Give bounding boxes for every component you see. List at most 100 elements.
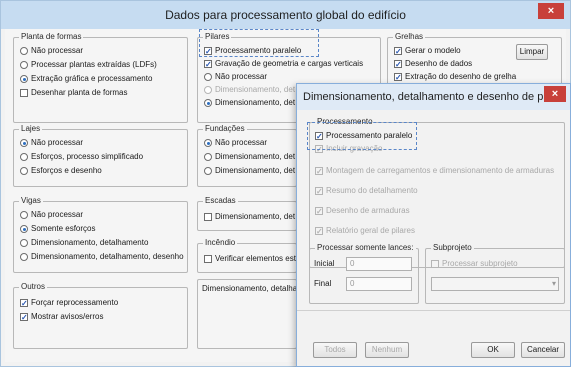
incendio-title: Incêndio	[203, 238, 238, 247]
checkbox-checked-icon: ✓	[315, 167, 323, 176]
radio-icon	[204, 86, 212, 94]
planta-option-ldfs[interactable]: Processar plantas extraídas (LDFs)	[20, 60, 157, 70]
ok-button[interactable]: OK	[471, 342, 515, 358]
radio-icon	[20, 211, 28, 219]
escadas-title: Escadas	[203, 196, 238, 205]
lajes-option-nao[interactable]: Não processar	[20, 138, 83, 148]
grelhas-title: Grelhas	[393, 32, 426, 41]
subprojeto-select[interactable]: ▾	[431, 277, 559, 291]
vigas-option-dim[interactable]: Dimensionamento, detalhamento	[20, 238, 148, 248]
lances-title: Processar somente lances:	[315, 243, 416, 252]
planta-group: Planta de formas Não processar Processar…	[13, 32, 188, 123]
subprojeto-group: Subprojeto Processar subprojeto ▾	[425, 243, 565, 304]
radio-selected-icon	[20, 139, 28, 147]
outros-group: Outros ✓ Forçar reprocessamento ✓ Mostrar …	[13, 282, 188, 349]
fundacoes-group: Fundações Não processar Dimensionamento,…	[197, 124, 297, 187]
chevron-down-icon: ▾	[551, 279, 556, 288]
checkbox-checked-icon: ✓	[20, 299, 28, 308]
checkbox-checked-icon: ✓	[20, 313, 28, 322]
main-title-bar[interactable]: Dados para processamento global do edifí…	[1, 1, 570, 29]
sub-focus-highlight	[307, 122, 417, 150]
radio-icon	[204, 73, 212, 81]
checkbox-checked-icon: ✓	[394, 73, 402, 82]
dimensionamento-label: Dimensionamento, detalham	[202, 284, 304, 293]
subprojeto-checkbox[interactable]: Processar subprojeto	[431, 259, 518, 269]
vigas-option-esforcos[interactable]: Somente esforços	[20, 224, 95, 234]
planta-desenhar-checkbox[interactable]: Desenhar planta de formas	[20, 88, 128, 98]
lajes-option-desenho[interactable]: Esforços e desenho	[20, 166, 102, 176]
escadas-dim-checkbox[interactable]: Dimensionamento, det	[204, 212, 295, 222]
sub-title: Dimensionamento, detalhamento e desenho …	[303, 91, 555, 103]
nenhum-button[interactable]: Nenhum	[365, 342, 409, 358]
sub-close-button[interactable]: ×	[544, 86, 566, 102]
checkbox-icon	[20, 89, 28, 97]
radio-selected-icon	[204, 139, 212, 147]
radio-icon	[20, 253, 28, 261]
radio-icon	[204, 167, 212, 175]
final-input[interactable]: 0	[346, 277, 412, 291]
radio-selected-icon	[20, 75, 28, 83]
checkbox-checked-icon: ✓	[204, 60, 212, 69]
lajes-title: Lajes	[19, 124, 43, 133]
main-close-button[interactable]: ×	[538, 3, 564, 19]
vigas-group: Vigas Não processar Somente esforços Dim…	[13, 196, 188, 273]
cancelar-button[interactable]: Cancelar	[521, 342, 565, 358]
radio-icon	[20, 61, 28, 69]
sub-dialog: Dimensionamento, detalhamento e desenho …	[296, 83, 571, 367]
radio-icon	[20, 167, 28, 175]
sub-desenho-checkbox[interactable]: ✓ Desenho de armaduras	[315, 206, 410, 216]
radio-icon	[20, 47, 28, 55]
sub-resumo-checkbox[interactable]: ✓ Resumo do detalhamento	[315, 186, 418, 196]
pilares-gravacao-checkbox[interactable]: ✓ Gravação de geometria e cargas verticai…	[204, 59, 363, 69]
limpar-button[interactable]: Limpar	[516, 44, 548, 60]
pilares-option-dim2[interactable]: Dimensionamento, det	[204, 98, 295, 108]
fundacoes-option-nao[interactable]: Não processar	[204, 138, 267, 148]
sub-montagem-checkbox[interactable]: ✓ Montagem de carregamentos e dimensionam…	[315, 166, 554, 176]
outros-forcar-checkbox[interactable]: ✓ Forçar reprocessamento	[20, 298, 118, 308]
grelhas-extracao-checkbox[interactable]: ✓ Extração do desenho de grelha	[394, 72, 516, 82]
fundacoes-option-dim2[interactable]: Dimensionamento, det	[204, 166, 295, 176]
sub-relatorio-checkbox[interactable]: ✓ Relatório geral de pilares	[315, 226, 415, 236]
checkbox-checked-icon: ✓	[394, 47, 402, 56]
final-label: Final	[314, 279, 332, 288]
radio-selected-icon	[204, 99, 212, 107]
radio-selected-icon	[20, 225, 28, 233]
checkbox-checked-icon: ✓	[394, 60, 402, 69]
grelhas-desenho-checkbox[interactable]: ✓ Desenho de dados	[394, 59, 472, 69]
checkbox-icon	[204, 255, 212, 263]
divider	[297, 310, 570, 311]
inicial-input[interactable]: 0	[346, 257, 412, 271]
checkbox-icon	[204, 213, 212, 221]
lances-group: Processar somente lances: Inicial 0 Fina…	[309, 243, 419, 304]
inicial-label: Inicial	[314, 259, 335, 268]
focus-highlight	[199, 29, 319, 57]
lajes-option-simplificado[interactable]: Esforços, processo simplificado	[20, 152, 143, 162]
pilares-option-nao[interactable]: Não processar	[204, 72, 267, 82]
planta-title: Planta de formas	[19, 32, 84, 41]
sub-title-bar[interactable]: Dimensionamento, detalhamento e desenho …	[297, 84, 570, 110]
lajes-group: Lajes Não processar Esforços, processo s…	[13, 124, 188, 187]
grelhas-gerar-checkbox[interactable]: ✓ Gerar o modelo	[394, 46, 461, 56]
checkbox-checked-icon: ✓	[315, 207, 323, 216]
dimensionamento-panel: Dimensionamento, detalham	[197, 279, 304, 349]
main-title: Dados para processamento global do edifí…	[165, 8, 406, 22]
incendio-group: Incêndio Verificar elementos est	[197, 238, 297, 273]
vigas-option-dim-desenho[interactable]: Dimensionamento, detalhamento, desenho	[20, 252, 184, 262]
todos-button[interactable]: Todos	[313, 342, 357, 358]
checkbox-checked-icon: ✓	[315, 227, 323, 236]
vigas-title: Vigas	[19, 196, 43, 205]
escadas-group: Escadas Dimensionamento, det	[197, 196, 297, 231]
planta-option-extracao[interactable]: Extração gráfica e processamento	[20, 74, 152, 84]
pilares-option-dim1[interactable]: Dimensionamento, det	[204, 85, 295, 95]
radio-icon	[20, 239, 28, 247]
outros-title: Outros	[19, 282, 48, 291]
subprojeto-title: Subprojeto	[431, 243, 474, 252]
checkbox-checked-icon: ✓	[315, 187, 323, 196]
fundacoes-title: Fundações	[203, 124, 247, 133]
outros-mostrar-checkbox[interactable]: ✓ Mostrar avisos/erros	[20, 312, 103, 322]
planta-option-nao[interactable]: Não processar	[20, 46, 83, 56]
fundacoes-option-dim1[interactable]: Dimensionamento, det	[204, 152, 295, 162]
vigas-option-nao[interactable]: Não processar	[20, 210, 83, 220]
grelhas-group: Grelhas ✓ Gerar o modelo ✓ Desenho de dado…	[387, 32, 562, 85]
incendio-verificar-checkbox[interactable]: Verificar elementos est	[204, 254, 296, 264]
